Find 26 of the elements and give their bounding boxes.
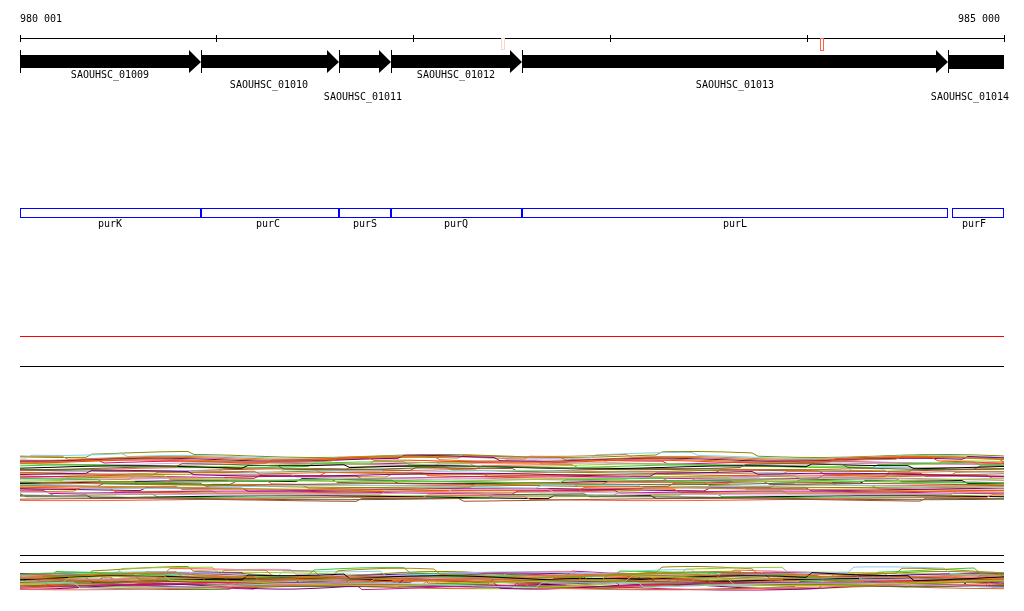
operon-label: purQ xyxy=(443,219,469,229)
ruler-start-label: 980 001 xyxy=(20,14,63,24)
operon-label: purS xyxy=(352,219,378,229)
operon-label: purC xyxy=(255,219,281,229)
gene-arrow[interactable] xyxy=(339,49,391,74)
gene-arrow[interactable] xyxy=(522,49,948,74)
operon-box[interactable] xyxy=(201,208,339,218)
gene-arrow[interactable] xyxy=(201,49,339,74)
gene-label: SAOUHSC_01013 xyxy=(695,80,775,90)
gene-label: SAOUHSC_01009 xyxy=(70,70,150,80)
operon-label: purK xyxy=(97,219,123,229)
marker-icon xyxy=(820,38,824,51)
gene-label: SAOUHSC_01014 xyxy=(930,92,1010,102)
gene-label: SAOUHSC_01012 xyxy=(416,70,496,80)
operon-box[interactable] xyxy=(522,208,948,218)
operon-box[interactable] xyxy=(20,208,201,218)
operon-box[interactable] xyxy=(391,208,522,218)
gene-arrow[interactable] xyxy=(948,49,1004,74)
ruler-end-label: 985 000 xyxy=(958,14,1001,24)
operon-label: purF xyxy=(961,219,987,229)
gene-label: SAOUHSC_01010 xyxy=(229,80,309,90)
gene-label: SAOUHSC_01011 xyxy=(323,92,403,102)
marker-icon xyxy=(501,38,505,50)
operon-label: purL xyxy=(722,219,748,229)
operon-box[interactable] xyxy=(339,208,391,218)
operon-box[interactable] xyxy=(952,208,1004,218)
